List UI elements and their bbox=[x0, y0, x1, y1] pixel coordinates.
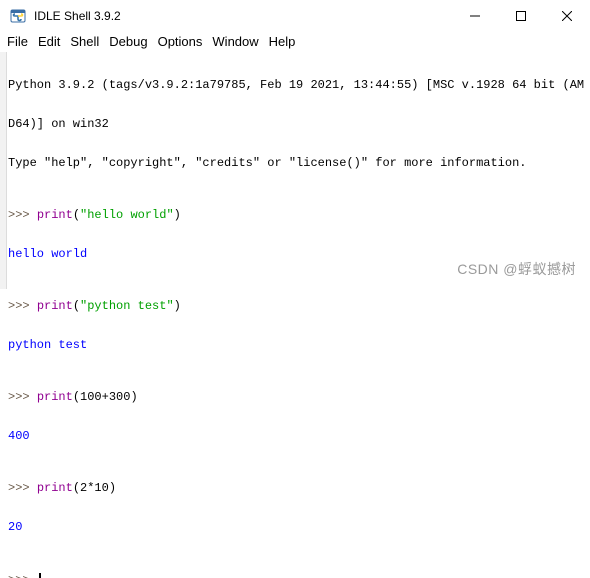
minimize-icon bbox=[470, 15, 480, 17]
menu-file[interactable]: File bbox=[0, 32, 33, 52]
close-icon bbox=[562, 11, 572, 21]
builtin-keyword: print bbox=[36, 299, 73, 313]
minimize-button[interactable] bbox=[452, 0, 498, 32]
window-title: IDLE Shell 3.9.2 bbox=[34, 9, 121, 23]
input-line: >>> print("python test") bbox=[8, 300, 588, 313]
menu-shell[interactable]: Shell bbox=[65, 32, 104, 52]
maximize-icon bbox=[516, 11, 526, 21]
output-line: 20 bbox=[8, 520, 23, 534]
text-cursor bbox=[38, 573, 41, 578]
menu-debug[interactable]: Debug bbox=[104, 32, 152, 52]
builtin-keyword: print bbox=[36, 481, 73, 495]
menu-help[interactable]: Help bbox=[264, 32, 301, 52]
input-line: >>> print("hello world") bbox=[8, 209, 588, 222]
string-literal: "python test" bbox=[80, 299, 174, 313]
shell-output[interactable]: Python 3.9.2 (tags/v3.9.2:1a79785, Feb 1… bbox=[8, 53, 588, 578]
string-literal: "hello world" bbox=[80, 208, 174, 222]
prompt: >>> bbox=[8, 208, 37, 222]
expression: 2*10 bbox=[80, 481, 109, 495]
close-button[interactable] bbox=[544, 0, 590, 32]
python-idle-icon bbox=[10, 9, 26, 23]
prompt: >>> bbox=[8, 481, 37, 495]
paren-open: ( bbox=[72, 390, 81, 404]
title-bar[interactable]: IDLE Shell 3.9.2 bbox=[0, 0, 590, 32]
paren-open: ( bbox=[72, 481, 81, 495]
menu-bar: File Edit Shell Debug Options Window Hel… bbox=[0, 32, 590, 52]
banner-line-1: Python 3.9.2 (tags/v3.9.2:1a79785, Feb 1… bbox=[8, 78, 585, 92]
paren-close: ) bbox=[173, 208, 181, 222]
watermark: CSDN @蜉蚁撼树 bbox=[457, 261, 576, 277]
input-line: >>> print(100+300) bbox=[8, 391, 588, 404]
builtin-keyword: print bbox=[36, 208, 73, 222]
builtin-keyword: print bbox=[36, 390, 73, 404]
paren-close: ) bbox=[108, 481, 117, 495]
input-line: >>> print(2*10) bbox=[8, 482, 588, 495]
output-line: python test bbox=[8, 338, 88, 352]
menu-window[interactable]: Window bbox=[207, 32, 263, 52]
paren-open: ( bbox=[72, 208, 81, 222]
banner-line-3: Type "help", "copyright", "credits" or "… bbox=[8, 156, 527, 170]
prompt: >>> bbox=[8, 390, 37, 404]
paren-close: ) bbox=[130, 390, 138, 404]
prompt: >>> bbox=[8, 573, 37, 578]
banner-line-2: D64)] on win32 bbox=[8, 117, 109, 131]
paren-open: ( bbox=[72, 299, 81, 313]
maximize-button[interactable] bbox=[498, 0, 544, 32]
prompt: >>> bbox=[8, 299, 37, 313]
output-line: 400 bbox=[8, 429, 30, 443]
paren-close: ) bbox=[173, 299, 181, 313]
shell-sidebar-gutter bbox=[0, 52, 7, 289]
current-input-line[interactable]: >>> bbox=[8, 573, 588, 578]
menu-options[interactable]: Options bbox=[153, 32, 208, 52]
expression: 100+300 bbox=[80, 390, 131, 404]
menu-edit[interactable]: Edit bbox=[33, 32, 65, 52]
